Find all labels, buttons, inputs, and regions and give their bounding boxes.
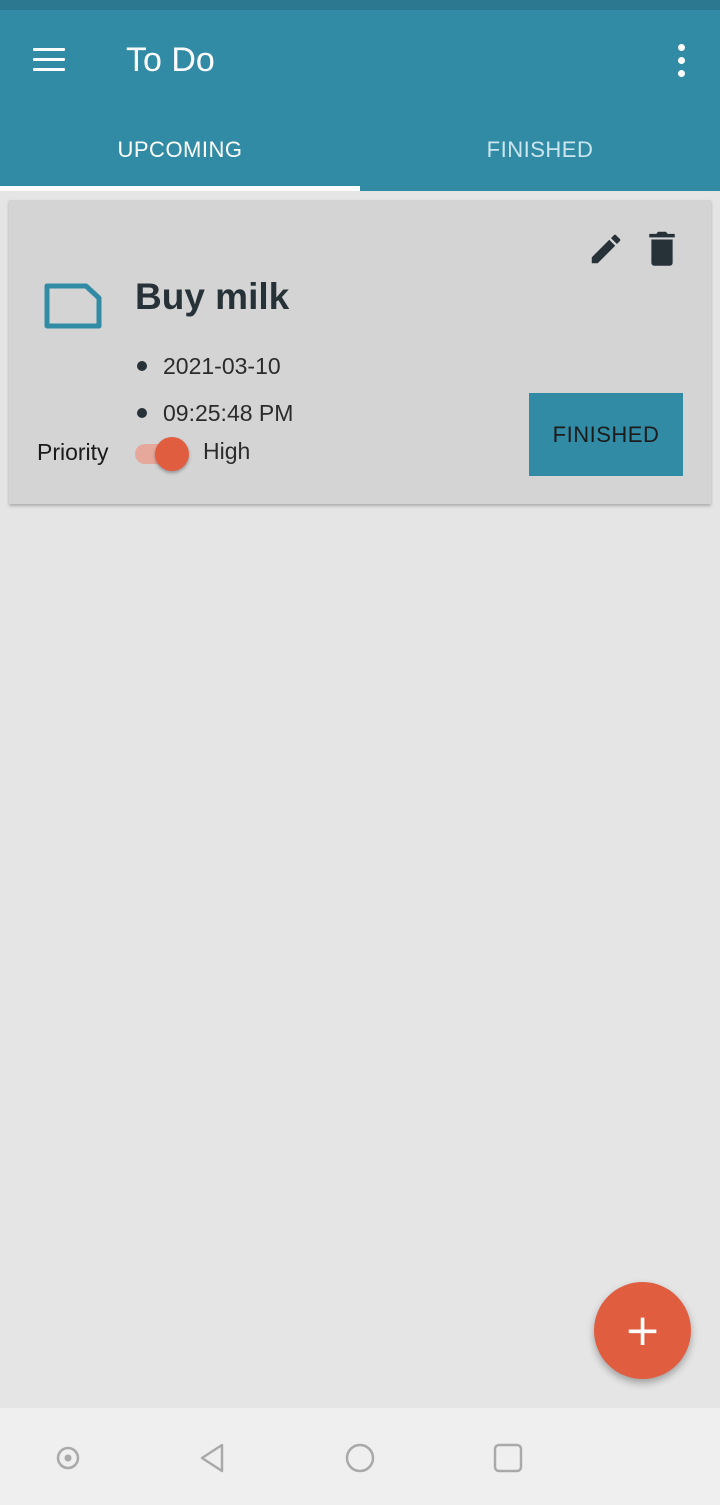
tab-finished[interactable]: FINISHED <box>360 115 720 191</box>
task-date: 2021-03-10 <box>163 353 281 379</box>
tab-upcoming-label: UPCOMING <box>117 137 243 162</box>
hamburger-menu-icon[interactable] <box>26 44 72 76</box>
tab-finished-label: FINISHED <box>486 137 594 162</box>
more-vert-icon[interactable] <box>666 40 696 84</box>
assistant-dot-icon[interactable] <box>50 1440 86 1476</box>
home-icon[interactable] <box>342 1440 378 1476</box>
status-bar <box>0 0 720 10</box>
trash-icon[interactable] <box>645 228 679 268</box>
task-card: Buy milk 2021-03-10 09:25:48 PM Priority… <box>9 200 711 504</box>
back-icon[interactable] <box>195 1440 231 1476</box>
task-title: Buy milk <box>135 276 290 317</box>
task-time: 09:25:48 PM <box>163 400 294 426</box>
recents-icon[interactable] <box>490 1440 526 1476</box>
mark-finished-button[interactable]: FINISHED <box>529 393 683 476</box>
page-title: To Do <box>126 41 215 79</box>
note-icon <box>44 283 102 329</box>
plus-icon: + <box>624 1304 661 1356</box>
date-bullet <box>137 361 147 371</box>
tab-upcoming[interactable]: UPCOMING <box>0 115 360 191</box>
time-bullet <box>137 408 147 418</box>
system-nav-bar <box>0 1408 720 1505</box>
priority-value: High <box>203 438 251 464</box>
priority-toggle-thumb <box>155 437 189 471</box>
priority-label: Priority <box>37 439 109 465</box>
add-task-button[interactable]: + <box>594 1282 691 1379</box>
priority-toggle[interactable] <box>133 436 193 472</box>
tab-indicator <box>0 186 360 191</box>
pencil-icon[interactable] <box>587 230 625 268</box>
